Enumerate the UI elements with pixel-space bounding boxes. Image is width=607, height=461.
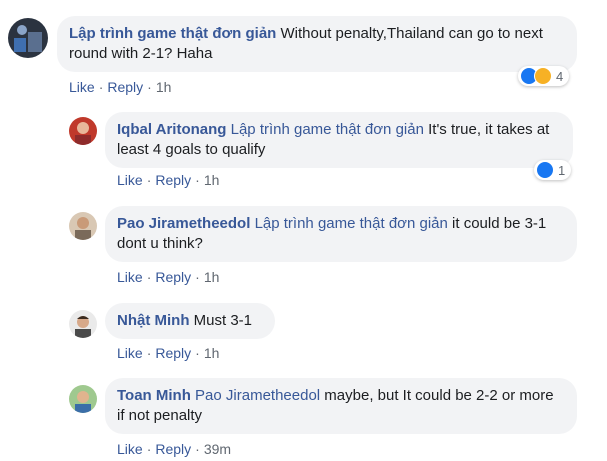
comment-author[interactable]: Pao Jirametheedol <box>117 215 250 232</box>
comment-time[interactable]: 1h <box>156 79 172 95</box>
reply-link[interactable]: Reply <box>155 269 191 285</box>
comment-time[interactable]: 1h <box>204 172 220 188</box>
comment-time[interactable]: 1h <box>204 269 220 285</box>
mention-link[interactable]: Lập trình game thật đơn giản <box>255 215 448 232</box>
reaction-summary[interactable]: 4 <box>518 66 570 86</box>
reaction-count: 4 <box>556 68 564 84</box>
comment-time[interactable]: 39m <box>204 441 231 457</box>
comment-actions: Like · Reply · 1h <box>117 269 220 285</box>
reply-link[interactable]: Reply <box>155 345 191 361</box>
like-link[interactable]: Like <box>69 79 95 95</box>
avatar[interactable] <box>69 385 97 413</box>
reply-link[interactable]: Reply <box>155 172 191 188</box>
reaction-summary[interactable]: 1 <box>534 160 572 180</box>
like-icon <box>536 161 554 179</box>
comment-author[interactable]: Lập trình game thật đơn giản <box>69 25 276 42</box>
mention-link[interactable]: Lập trình game thật đơn giản <box>231 121 424 138</box>
comment-actions: Like · Reply · 1h <box>69 79 172 95</box>
comment-actions: Like · Reply · 39m <box>117 441 232 457</box>
reply-link[interactable]: Reply <box>155 441 191 457</box>
like-link[interactable]: Like <box>117 269 143 285</box>
comment-bubble: Toan Minh Pao Jirametheedol maybe, but I… <box>105 378 577 434</box>
comment-author[interactable]: Iqbal Aritonang <box>117 121 226 138</box>
comment-actions: Like · Reply · 1h <box>117 172 220 188</box>
avatar[interactable] <box>69 212 97 240</box>
haha-icon <box>534 67 552 85</box>
comment-bubble: Nhật Minh Must 3-1 <box>105 303 275 339</box>
mention-link[interactable]: Pao Jirametheedol <box>195 387 320 404</box>
comment-author[interactable]: Toan Minh <box>117 387 191 404</box>
comment-bubble: Iqbal Aritonang Lập trình game thật đơn … <box>105 112 573 168</box>
comment-actions: Like · Reply · 1h <box>117 345 220 361</box>
like-link[interactable]: Like <box>117 345 143 361</box>
comment-text: Must 3-1 <box>189 312 253 329</box>
reaction-count: 1 <box>558 162 566 178</box>
comment-bubble: Pao Jirametheedol Lập trình game thật đơ… <box>105 206 577 262</box>
avatar[interactable] <box>69 117 97 145</box>
avatar[interactable] <box>8 18 48 58</box>
reply-link[interactable]: Reply <box>107 79 143 95</box>
avatar[interactable] <box>69 310 97 338</box>
like-link[interactable]: Like <box>117 172 143 188</box>
comment-time[interactable]: 1h <box>204 345 220 361</box>
comment-author[interactable]: Nhật Minh <box>117 312 190 329</box>
comment-bubble: Lập trình game thật đơn giản Without pen… <box>57 16 577 72</box>
like-link[interactable]: Like <box>117 441 143 457</box>
